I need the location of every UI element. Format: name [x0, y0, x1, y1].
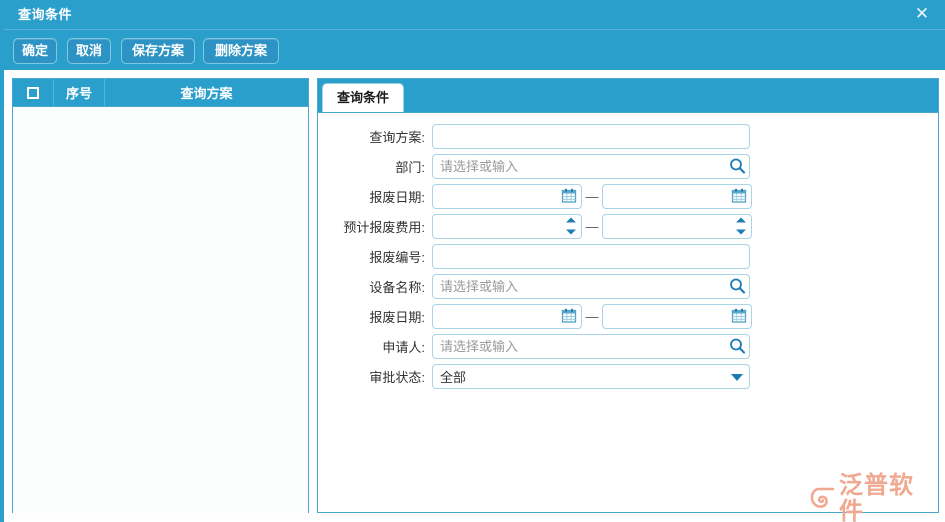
form-row-scrap-date-1: 报废日期: — [318, 181, 938, 211]
scrap-date-1-from-input[interactable] [432, 183, 582, 209]
calendar-icon[interactable] [561, 188, 578, 205]
equipment-name-input[interactable] [432, 273, 750, 299]
estimated-cost-to-input[interactable] [602, 213, 752, 239]
select-all-checkbox[interactable] [27, 86, 39, 99]
range-separator: — [585, 308, 599, 324]
field-scrap-date-1-from [432, 183, 582, 209]
query-form: 查询方案: 部门: 请选择或输入 报废日期: — 预计报废费用: — 报废编号:… [318, 113, 938, 391]
spinner-icon[interactable] [736, 217, 747, 236]
form-row-scrap-number: 报废编号: [318, 241, 938, 271]
form-row-scrap-date-2: 报废日期: — [318, 301, 938, 331]
label-scheme-name: 查询方案: [369, 129, 425, 145]
spinner-down-icon[interactable] [736, 229, 746, 235]
label-scrap-date-1: 报废日期: [369, 189, 425, 205]
label-approval-status: 审批状态: [369, 369, 425, 385]
label-department: 部门: [395, 159, 425, 175]
field-scrap-date-2-to [602, 303, 752, 329]
field-applicant [432, 333, 750, 359]
approval-status-select[interactable] [432, 363, 750, 389]
department-input[interactable] [432, 153, 750, 179]
label-scrap-date-2: 报废日期: [369, 309, 425, 325]
field-estimated-cost-to [602, 213, 752, 239]
scrap-date-1-to-input[interactable] [602, 183, 752, 209]
field-scrap-date-1-to [602, 183, 752, 209]
tab-query-condition[interactable]: 查询条件 [322, 83, 405, 112]
query-condition-dialog: 查询条件 ✕ 确定 取消 保存方案 删除方案 序号 查询方案 查询条件 查询方案… [0, 0, 945, 522]
form-row-approval-status: 审批状态: [318, 361, 938, 391]
scheme-list-header: 序号 查询方案 [13, 79, 308, 107]
field-scheme-name [432, 123, 750, 149]
close-icon[interactable]: ✕ [907, 0, 937, 29]
search-icon[interactable] [729, 338, 746, 355]
field-scrap-date-2-from [432, 303, 582, 329]
field-scrap-number [432, 243, 750, 269]
query-form-panel: 查询条件 查询方案: 部门: 请选择或输入 报废日期: — 预计报废费用: — … [317, 78, 939, 513]
form-row-scheme-name: 查询方案: [318, 121, 938, 151]
chevron-down-icon[interactable] [731, 374, 743, 381]
spinner-up-icon[interactable] [736, 217, 746, 223]
form-row-equipment-name: 设备名称: [318, 271, 938, 301]
search-icon[interactable] [729, 278, 746, 295]
form-row-applicant: 申请人: [318, 331, 938, 361]
scheme-name-input[interactable] [432, 123, 750, 149]
dialog-toolbar: 确定 取消 保存方案 删除方案 [4, 29, 945, 71]
dialog-title: 查询条件 [18, 7, 73, 22]
scrap-date-2-from-input[interactable] [432, 303, 582, 329]
field-estimated-cost-from [432, 213, 582, 239]
range-separator: — [585, 188, 599, 204]
range-separator: — [585, 218, 599, 234]
tab-bar: 查询条件 [318, 79, 938, 113]
scheme-list-panel: 序号 查询方案 [12, 78, 309, 513]
label-estimated-cost: 预计报废费用: [343, 219, 425, 235]
form-row-department: 部门: [318, 151, 938, 181]
spinner-icon[interactable] [566, 217, 577, 236]
label-equipment-name: 设备名称: [369, 279, 425, 295]
field-equipment-name [432, 273, 750, 299]
calendar-icon[interactable] [731, 308, 748, 325]
select-all-checkbox-cell[interactable] [13, 79, 54, 106]
label-scrap-number: 报废编号: [369, 249, 425, 265]
search-icon[interactable] [729, 158, 746, 175]
label-applicant: 申请人: [382, 339, 425, 355]
spinner-down-icon[interactable] [566, 229, 576, 235]
spinner-up-icon[interactable] [566, 217, 576, 223]
delete-scheme-button[interactable]: 删除方案 [203, 38, 279, 64]
field-approval-status [432, 363, 750, 389]
confirm-button[interactable]: 确定 [13, 38, 57, 64]
scrap-number-input[interactable] [432, 243, 750, 269]
scrap-date-2-to-input[interactable] [602, 303, 752, 329]
cancel-button[interactable]: 取消 [67, 38, 111, 64]
calendar-icon[interactable] [561, 308, 578, 325]
estimated-cost-from-input[interactable] [432, 213, 582, 239]
calendar-icon[interactable] [731, 188, 748, 205]
save-scheme-button[interactable]: 保存方案 [121, 38, 195, 64]
column-header-index[interactable]: 序号 [54, 79, 105, 106]
dialog-titlebar: 查询条件 ✕ [4, 0, 945, 29]
column-header-scheme[interactable]: 查询方案 [105, 79, 308, 106]
scheme-list-body[interactable] [13, 107, 308, 513]
field-department [432, 153, 750, 179]
form-row-estimated-cost: 预计报废费用: — [318, 211, 938, 241]
toolbar-separator [4, 70, 945, 78]
applicant-input[interactable] [432, 333, 750, 359]
